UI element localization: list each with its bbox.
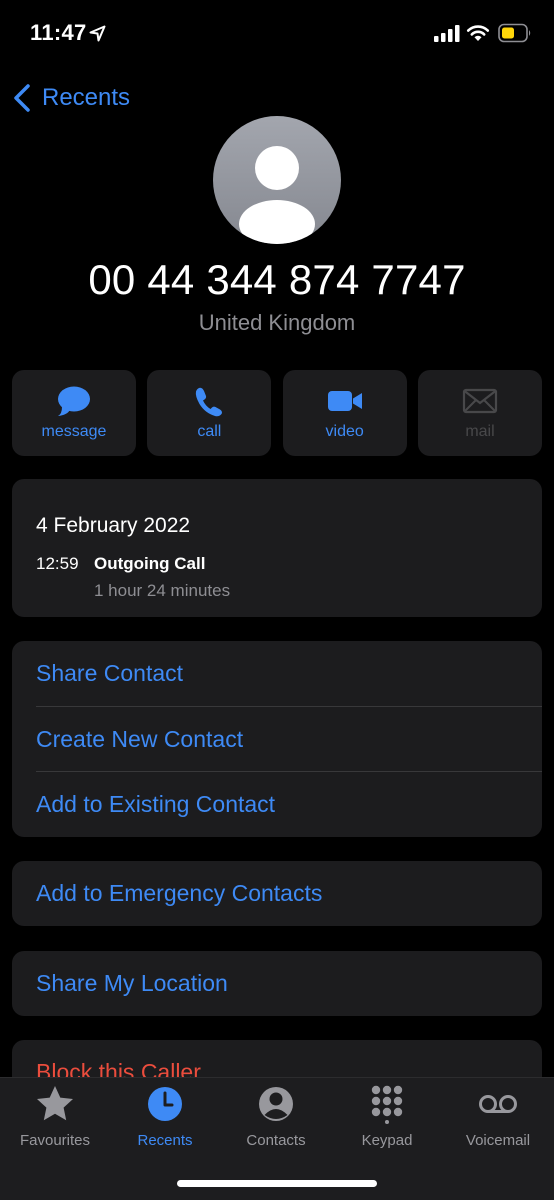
call-date: 4 February 2022 bbox=[36, 514, 191, 537]
back-label: Recents bbox=[42, 84, 131, 111]
add-to-emergency-contacts-button[interactable]: Add to Emergency Contacts bbox=[36, 861, 542, 926]
clock-icon bbox=[148, 1087, 182, 1121]
call-duration: 1 hour 24 minutes bbox=[94, 581, 231, 600]
tab-keypad[interactable]: Keypad bbox=[332, 1084, 442, 1154]
battery-icon bbox=[498, 23, 531, 43]
tab-label: Favourites bbox=[19, 1132, 91, 1149]
share-location-card: Share My Location bbox=[12, 951, 542, 1016]
mail-button[interactable]: mail bbox=[417, 370, 542, 456]
star-icon bbox=[37, 1086, 73, 1121]
person-silhouette-icon bbox=[239, 146, 315, 244]
call-button[interactable]: call bbox=[147, 370, 272, 456]
phone-icon bbox=[196, 387, 223, 417]
video-camera-icon bbox=[327, 391, 362, 411]
location-arrow-icon bbox=[89, 25, 106, 42]
call-label: call bbox=[197, 423, 222, 440]
video-button[interactable]: video bbox=[282, 370, 407, 456]
contact-options-card: Share Contact Create New Contact Add to … bbox=[12, 641, 542, 837]
share-contact-button[interactable]: Share Contact bbox=[36, 641, 542, 706]
emergency-contacts-card: Add to Emergency Contacts bbox=[12, 861, 542, 926]
tab-contacts[interactable]: Contacts bbox=[221, 1084, 331, 1154]
tab-label: Voicemail bbox=[465, 1132, 531, 1149]
message-button[interactable]: message bbox=[12, 370, 136, 456]
status-bar: 11:47 bbox=[0, 0, 554, 70]
phone-number: 00 44 344 874 7747 bbox=[88, 256, 466, 303]
wifi-icon bbox=[466, 25, 490, 41]
call-type: Outgoing Call bbox=[94, 554, 206, 573]
tab-voicemail[interactable]: Voicemail bbox=[443, 1084, 553, 1154]
create-new-contact-button[interactable]: Create New Contact bbox=[36, 707, 542, 772]
tab-recents[interactable]: Recents bbox=[110, 1084, 220, 1154]
add-to-existing-contact-button[interactable]: Add to Existing Contact bbox=[36, 772, 542, 837]
voicemail-icon bbox=[479, 1095, 517, 1113]
back-button[interactable]: Recents bbox=[12, 80, 130, 116]
tab-favourites[interactable]: Favourites bbox=[0, 1084, 110, 1154]
video-label: video bbox=[325, 423, 364, 440]
status-time: 11:47 bbox=[30, 20, 87, 45]
envelope-icon bbox=[462, 388, 498, 414]
share-my-location-button[interactable]: Share My Location bbox=[36, 951, 542, 1016]
country-label: United Kingdom bbox=[198, 310, 356, 335]
keypad-icon bbox=[371, 1085, 403, 1124]
tab-label: Keypad bbox=[361, 1132, 413, 1149]
action-row: message call video mail bbox=[12, 370, 542, 456]
call-time: 12:59 bbox=[36, 554, 79, 573]
person-circle-icon bbox=[259, 1087, 293, 1121]
signal-icon bbox=[434, 25, 460, 42]
home-indicator[interactable] bbox=[177, 1180, 377, 1187]
tab-label: Recents bbox=[137, 1132, 193, 1149]
contact-avatar bbox=[213, 116, 341, 244]
tab-label: Contacts bbox=[246, 1132, 306, 1149]
message-label: message bbox=[41, 423, 107, 440]
chevron-left-icon bbox=[14, 84, 30, 112]
mail-label: mail bbox=[465, 423, 495, 440]
call-history-card: 4 February 2022 12:59 Outgoing Call 1 ho… bbox=[12, 479, 542, 617]
message-bubble-icon bbox=[58, 386, 90, 416]
